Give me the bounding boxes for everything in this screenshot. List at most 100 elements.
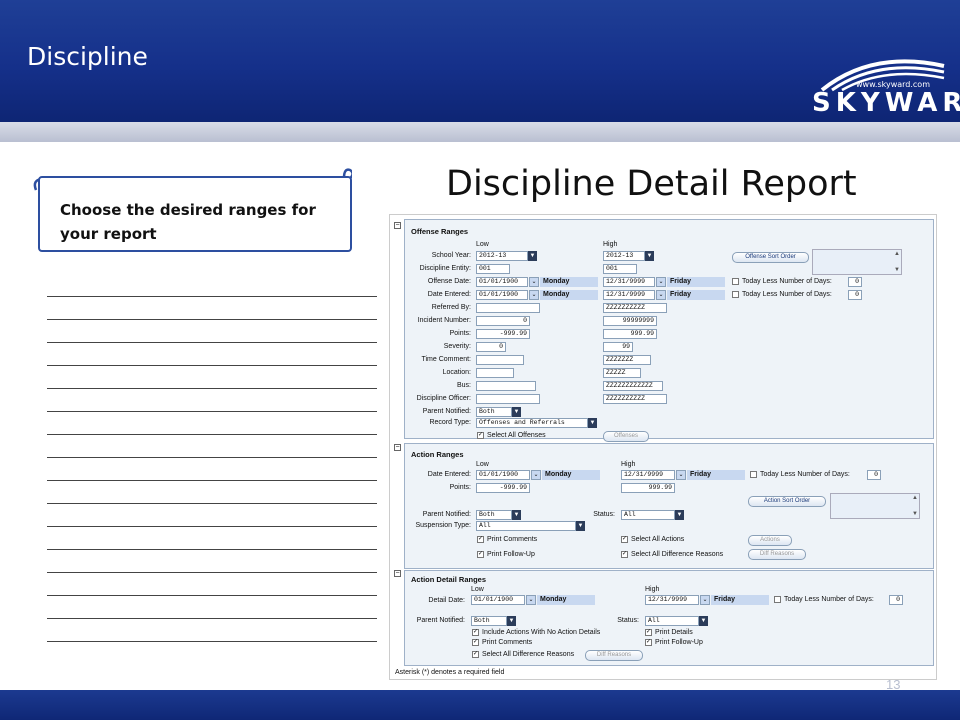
action-sort-order-button[interactable]: Action Sort Order xyxy=(748,496,826,507)
today-less-checkbox[interactable] xyxy=(774,596,781,603)
points-high-input[interactable]: 999.99 xyxy=(603,329,657,339)
sort-order-list[interactable]: ▲ ▼ xyxy=(812,249,902,275)
calendar-icon[interactable]: ⌄ xyxy=(656,290,666,300)
referred-low-input[interactable] xyxy=(476,303,540,313)
points-low-input[interactable]: -999.99 xyxy=(476,329,530,339)
include-no-details-checkbox[interactable]: ✓ xyxy=(472,629,479,636)
bus-high-input[interactable]: ZZZZZZZZZZZZ xyxy=(603,381,663,391)
print-followup-checkbox[interactable]: ✓ xyxy=(645,639,652,646)
parent-notified-select[interactable]: Both xyxy=(471,616,507,626)
time-comment-low-input[interactable] xyxy=(476,355,524,365)
calendar-icon[interactable]: ⌄ xyxy=(531,470,541,480)
entered-high-input[interactable]: 12/31/9999 xyxy=(603,290,655,300)
entity-low-input[interactable]: 001 xyxy=(476,264,510,274)
note-line[interactable] xyxy=(47,481,377,504)
print-details-checkbox[interactable]: ✓ xyxy=(645,629,652,636)
calendar-icon[interactable]: ⌄ xyxy=(526,595,536,605)
severity-low-input[interactable]: 0 xyxy=(476,342,506,352)
note-line[interactable] xyxy=(47,274,377,297)
detail-date-low-input[interactable]: 01/01/1900 xyxy=(471,595,525,605)
status-select[interactable]: All xyxy=(621,510,675,520)
print-followup-checkbox[interactable]: ✓ xyxy=(477,551,484,558)
select-all-offenses-checkbox[interactable]: ✓ xyxy=(477,432,484,439)
note-line[interactable] xyxy=(47,412,377,435)
officer-high-input[interactable]: ZZZZZZZZZZ xyxy=(603,394,667,404)
today-less-checkbox[interactable] xyxy=(732,278,739,285)
print-comments-checkbox[interactable]: ✓ xyxy=(477,536,484,543)
chevron-down-icon[interactable]: ▼ xyxy=(576,521,585,531)
chevron-down-icon[interactable]: ▼ xyxy=(512,407,521,417)
calendar-icon[interactable]: ⌄ xyxy=(529,290,539,300)
print-comments-checkbox[interactable]: ✓ xyxy=(472,639,479,646)
collapse-toggle-icon[interactable]: − xyxy=(394,444,401,451)
collapse-toggle-icon[interactable]: − xyxy=(394,222,401,229)
incident-low-input[interactable]: 0 xyxy=(476,316,530,326)
chevron-down-icon[interactable]: ▼ xyxy=(528,251,537,261)
calendar-icon[interactable]: ⌄ xyxy=(656,277,666,287)
points-high-input[interactable]: 999.99 xyxy=(621,483,675,493)
note-line[interactable] xyxy=(47,343,377,366)
note-line[interactable] xyxy=(47,366,377,389)
today-less-input[interactable]: 0 xyxy=(889,595,903,605)
note-line[interactable] xyxy=(47,458,377,481)
bus-low-input[interactable] xyxy=(476,381,536,391)
note-line[interactable] xyxy=(47,550,377,573)
offense-date-low-input[interactable]: 01/01/1900 xyxy=(476,277,528,287)
chevron-down-icon[interactable]: ▼ xyxy=(675,510,684,520)
time-comment-high-input[interactable]: ZZZZZZZ xyxy=(603,355,651,365)
record-type-select[interactable]: Offenses and Referrals xyxy=(476,418,588,428)
chevron-down-icon[interactable]: ▼ xyxy=(588,418,597,428)
select-all-actions-checkbox[interactable]: ✓ xyxy=(621,536,628,543)
actions-button[interactable]: Actions xyxy=(748,535,792,546)
calendar-icon[interactable]: ⌄ xyxy=(700,595,710,605)
diff-reasons-button[interactable]: Diff Reasons xyxy=(585,650,643,661)
location-high-input[interactable]: ZZZZZ xyxy=(603,368,641,378)
entered-high-input[interactable]: 12/31/9999 xyxy=(621,470,675,480)
collapse-toggle-icon[interactable]: − xyxy=(394,570,401,577)
note-line[interactable] xyxy=(47,297,377,320)
note-line[interactable] xyxy=(47,389,377,412)
note-line[interactable] xyxy=(47,619,377,642)
entered-low-input[interactable]: 01/01/1900 xyxy=(476,470,530,480)
school-year-high-select[interactable]: 2012-13 xyxy=(603,251,645,261)
location-low-input[interactable] xyxy=(476,368,514,378)
offense-date-high-input[interactable]: 12/31/9999 xyxy=(603,277,655,287)
detail-date-high-input[interactable]: 12/31/9999 xyxy=(645,595,699,605)
note-line[interactable] xyxy=(47,435,377,458)
offenses-button[interactable]: Offenses xyxy=(603,431,649,442)
suspension-type-select[interactable]: All xyxy=(476,521,576,531)
calendar-icon[interactable]: ⌄ xyxy=(676,470,686,480)
offense-sort-order-button[interactable]: Offense Sort Order xyxy=(732,252,809,263)
today-less-input[interactable]: 0 xyxy=(848,290,862,300)
note-line[interactable] xyxy=(47,320,377,343)
chevron-down-icon[interactable]: ▼ xyxy=(645,251,654,261)
note-line[interactable] xyxy=(47,596,377,619)
print-comments-label: Print Comments xyxy=(487,536,538,543)
diff-reasons-button[interactable]: Diff Reasons xyxy=(748,549,806,560)
chevron-down-icon[interactable]: ▼ xyxy=(507,616,516,626)
severity-high-input[interactable]: 99 xyxy=(603,342,633,352)
parent-notified-select[interactable]: Both xyxy=(476,407,512,417)
today-less-checkbox[interactable] xyxy=(732,291,739,298)
note-line[interactable] xyxy=(47,573,377,596)
today-less-input[interactable]: 0 xyxy=(867,470,881,480)
school-year-low-select[interactable]: 2012-13 xyxy=(476,251,528,261)
select-all-diff-checkbox[interactable]: ✓ xyxy=(472,651,479,658)
parent-notified-select[interactable]: Both xyxy=(476,510,512,520)
incident-high-input[interactable]: 99999999 xyxy=(603,316,657,326)
points-low-input[interactable]: -999.99 xyxy=(476,483,530,493)
today-less-checkbox[interactable] xyxy=(750,471,757,478)
note-line[interactable] xyxy=(47,527,377,550)
sort-order-list[interactable]: ▲ ▼ xyxy=(830,493,920,519)
note-line[interactable] xyxy=(47,504,377,527)
chevron-down-icon[interactable]: ▼ xyxy=(512,510,521,520)
referred-high-input[interactable]: ZZZZZZZZZZ xyxy=(603,303,667,313)
select-all-diff-checkbox[interactable]: ✓ xyxy=(621,551,628,558)
status-select[interactable]: All xyxy=(645,616,699,626)
today-less-input[interactable]: 0 xyxy=(848,277,862,287)
entered-low-input[interactable]: 01/01/1900 xyxy=(476,290,528,300)
entity-high-input[interactable]: 001 xyxy=(603,264,637,274)
calendar-icon[interactable]: ⌄ xyxy=(529,277,539,287)
chevron-down-icon[interactable]: ▼ xyxy=(699,616,708,626)
officer-low-input[interactable] xyxy=(476,394,540,404)
